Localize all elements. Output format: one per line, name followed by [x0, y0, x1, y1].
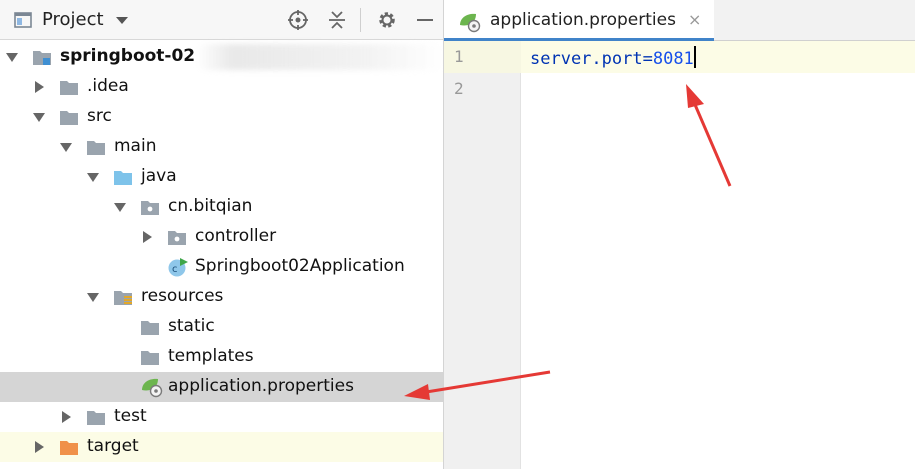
resources-folder-icon [114, 291, 132, 305]
tree-item-label: static [168, 316, 215, 336]
folder-icon [60, 111, 78, 125]
tree-item-label: .idea [87, 76, 129, 96]
tree-item-label: cn.bitqian [168, 196, 253, 216]
collapsed-arrow-icon[interactable] [33, 81, 45, 93]
expanded-arrow-icon[interactable] [87, 171, 99, 183]
package-icon [168, 231, 186, 245]
text-caret [693, 46, 696, 68]
svg-text:c: c [172, 264, 178, 275]
minimize-icon[interactable] [414, 9, 436, 31]
package-icon [141, 201, 159, 215]
toolbar-divider [360, 8, 361, 32]
line-number: 1 [454, 47, 464, 66]
excluded-folder-icon [60, 441, 78, 455]
tree-item-label: springboot-02 [60, 46, 196, 66]
code-line[interactable]: server.port=8081 [530, 46, 696, 69]
source-folder-icon [114, 171, 132, 185]
tree-item-springboot02application[interactable]: c Springboot02Application [0, 252, 443, 282]
tree-item-main[interactable]: main [0, 132, 443, 162]
tree-item-label: Springboot02Application [195, 256, 405, 276]
editor-tab-bar: application.properties × [444, 0, 915, 41]
tree-item-label: resources [141, 286, 224, 306]
editor: application.properties × 1 2 server.port… [444, 0, 915, 469]
tree-item-target[interactable]: target [0, 432, 443, 462]
folder-icon [87, 141, 105, 155]
tree-item-java[interactable]: java [0, 162, 443, 192]
tree-item-label: templates [168, 346, 254, 366]
tree-item-resources[interactable]: resources [0, 282, 443, 312]
collapse-all-icon[interactable] [326, 9, 348, 31]
folder-icon [60, 81, 78, 95]
tree-item-cn-bitqian[interactable]: cn.bitqian [0, 192, 443, 222]
tree-item-label: java [141, 166, 177, 186]
expanded-arrow-icon[interactable] [114, 201, 126, 213]
tree-item-static[interactable]: static [0, 312, 443, 342]
tree-item-label: src [87, 106, 112, 126]
spring-properties-file-icon [142, 378, 163, 398]
project-toolbar: Project [0, 0, 443, 40]
close-icon[interactable]: × [688, 10, 701, 29]
expanded-arrow-icon[interactable] [6, 51, 18, 63]
spring-boot-class-icon: c [168, 258, 188, 277]
tab-application-properties[interactable]: application.properties × [444, 0, 714, 41]
project-window-icon [14, 12, 32, 28]
project-view-title[interactable]: Project [42, 9, 104, 30]
expanded-arrow-icon[interactable] [60, 141, 72, 153]
module-folder-icon [33, 51, 51, 65]
property-value: 8081 [652, 49, 694, 69]
tree-item-label: application.properties [168, 376, 354, 396]
expanded-arrow-icon[interactable] [33, 111, 45, 123]
tree-item-templates[interactable]: templates [0, 342, 443, 372]
tab-label: application.properties [490, 10, 676, 30]
tree-item-src[interactable]: src [0, 102, 443, 132]
tree-item-label: target [87, 436, 139, 456]
tree-item-springboot-02[interactable]: springboot-02 [0, 42, 443, 72]
chevron-down-icon[interactable] [115, 13, 129, 27]
folder-icon [141, 321, 159, 335]
property-key: server.port [530, 49, 643, 69]
locate-icon[interactable] [287, 9, 309, 31]
folder-icon [87, 411, 105, 425]
tree-item-label: test [114, 406, 147, 426]
tree-item-controller[interactable]: controller [0, 222, 443, 252]
line-number: 2 [454, 79, 464, 98]
tree-item-label: controller [195, 226, 277, 246]
line-number-gutter [444, 41, 521, 469]
spring-properties-file-icon [460, 13, 481, 33]
tree-item-label: main [114, 136, 157, 156]
collapsed-arrow-icon[interactable] [141, 231, 153, 243]
tree-item-application-properties[interactable]: application.properties [0, 372, 443, 402]
collapsed-arrow-icon[interactable] [33, 441, 45, 453]
property-separator: = [642, 49, 653, 69]
project-panel: Project springboot-02 .idea src main jav… [0, 0, 444, 469]
tree-item-idea[interactable]: .idea [0, 72, 443, 102]
gear-icon[interactable] [376, 9, 398, 31]
tree-item-test[interactable]: test [0, 402, 443, 432]
collapsed-arrow-icon[interactable] [60, 411, 72, 423]
folder-icon [141, 351, 159, 365]
expanded-arrow-icon[interactable] [87, 291, 99, 303]
